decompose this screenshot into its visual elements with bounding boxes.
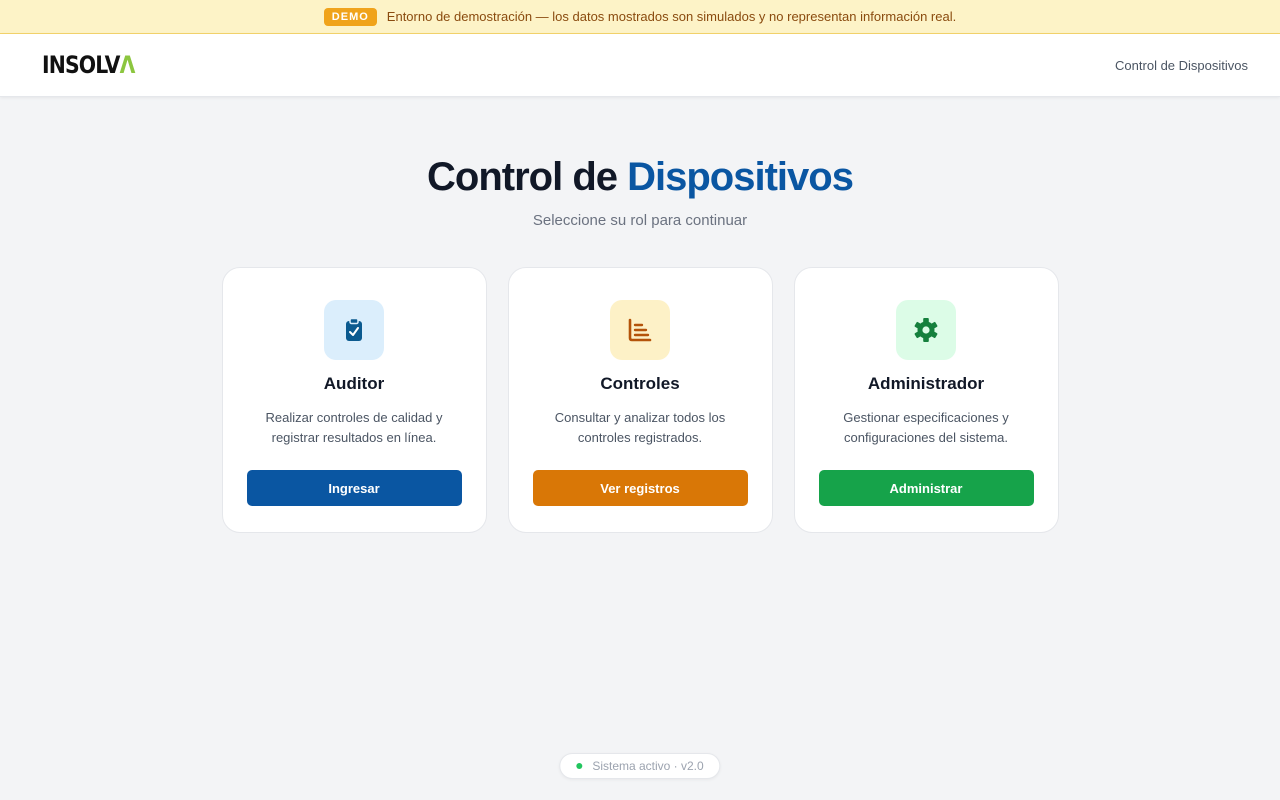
top-navbar: INSOLV Λ Control de Dispositivos	[0, 34, 1280, 97]
demo-banner-text: Entorno de demostración — los datos most…	[386, 9, 957, 24]
demo-banner: DEMO Entorno de demostración — los datos…	[0, 0, 1280, 34]
role-cards: Auditor Realizar controles de calidad y …	[0, 267, 1280, 533]
page-subtitle: Seleccione su rol para continuar	[532, 212, 748, 229]
chart-icon	[628, 318, 652, 342]
logo-accent: Λ	[119, 51, 136, 79]
status-dot-icon	[576, 763, 583, 769]
system-status-text: Sistema activo · v2.0	[592, 759, 704, 773]
role-card-auditor: Auditor Realizar controles de calidad y …	[221, 267, 487, 533]
role-description: Consultar y analizar todos los controles…	[554, 410, 726, 445]
page-title: Control de Dispositivos	[0, 155, 1280, 200]
role-title: Administrador	[867, 374, 985, 393]
ver-registros-button[interactable]: Ver registros	[532, 470, 748, 506]
role-icon-box	[610, 300, 670, 360]
nav-link-control-dispositivos[interactable]: Control de Dispositivos	[1115, 58, 1248, 73]
role-description: Gestionar especificaciones y configuraci…	[843, 410, 1009, 445]
insolva-logo[interactable]: INSOLV Λ	[42, 51, 135, 79]
system-status-badge: Sistema activo · v2.0	[559, 753, 721, 779]
role-title: Controles	[600, 374, 680, 393]
demo-badge: DEMO	[323, 7, 377, 26]
logo-text: INSOLV	[42, 51, 120, 79]
administrar-button[interactable]: Administrar	[818, 470, 1034, 506]
clipboard-check-icon	[346, 317, 362, 341]
gear-icon	[914, 318, 938, 342]
page-title-part1: Control de	[427, 155, 628, 199]
ingresar-button[interactable]: Ingresar	[246, 470, 462, 506]
role-description: Realizar controles de calidad y registra…	[265, 410, 443, 445]
role-title: Auditor	[323, 374, 385, 393]
page-title-highlight: Dispositivos	[627, 155, 854, 199]
role-card-controles: Controles Consultar y analizar todos los…	[507, 267, 773, 533]
role-icon-box	[896, 300, 956, 360]
role-card-administrador: Administrador Gestionar especificaciones…	[793, 267, 1059, 533]
role-icon-box	[324, 300, 384, 360]
hero: Control de Dispositivos Seleccione su ro…	[0, 155, 1280, 229]
